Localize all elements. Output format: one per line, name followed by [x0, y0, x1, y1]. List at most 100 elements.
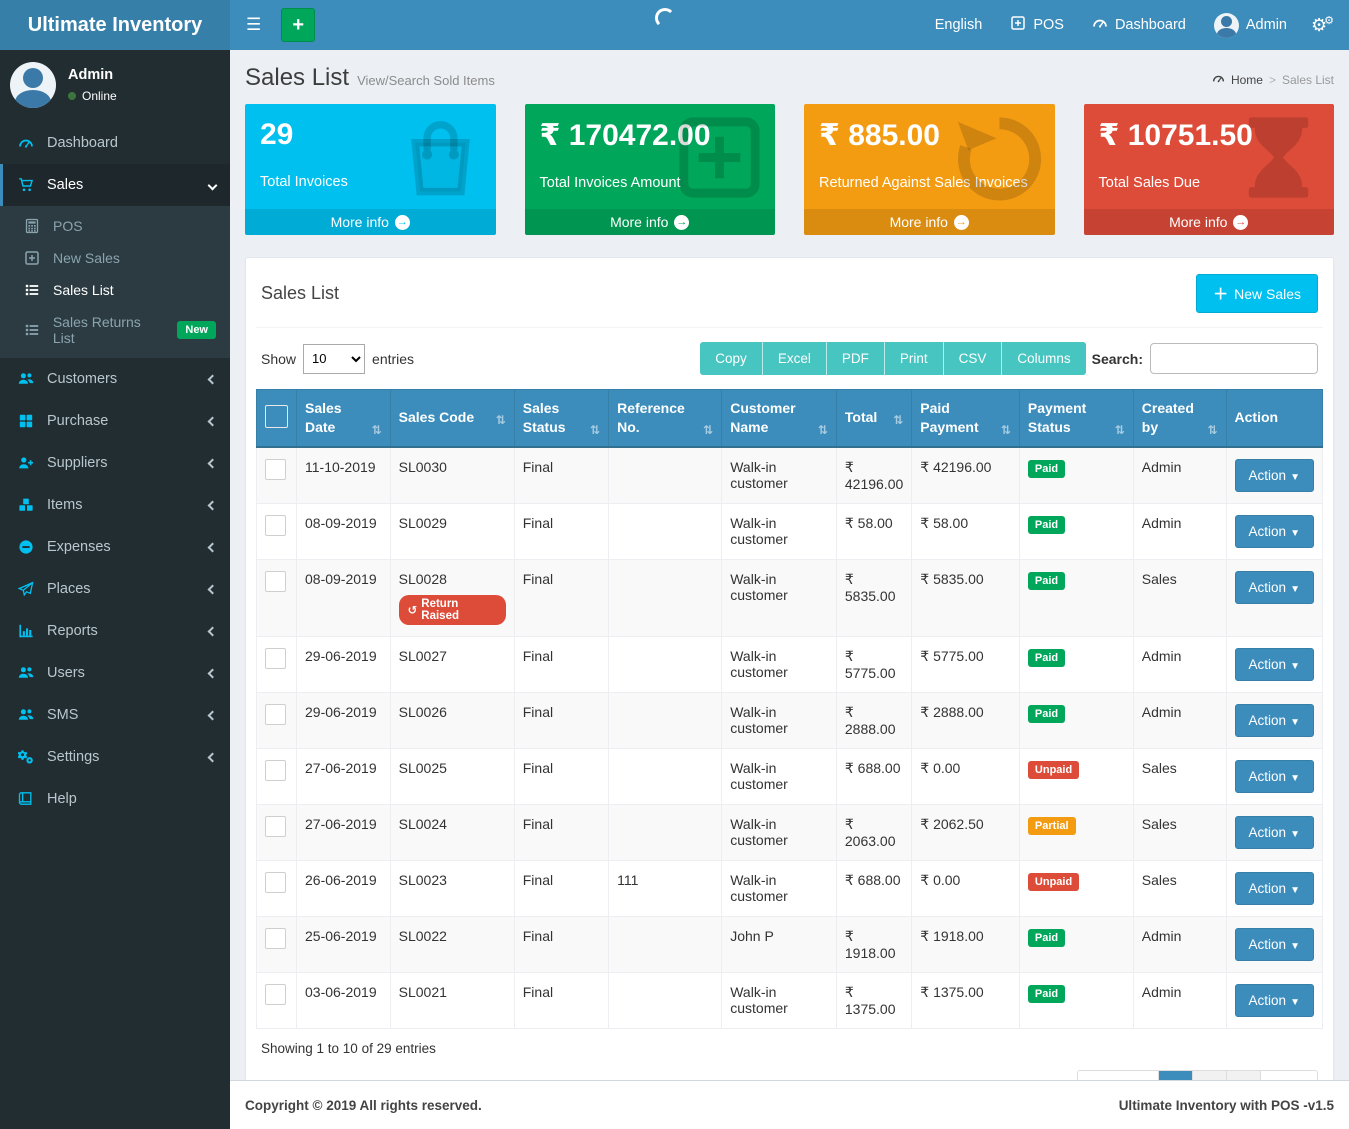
action-button[interactable]: Action▼	[1235, 760, 1314, 793]
cell-sales-date: 29-06-2019	[297, 636, 391, 692]
cell-sales-status: Final	[514, 503, 608, 559]
action-button[interactable]: Action▼	[1235, 872, 1314, 905]
action-button[interactable]: Action▼	[1235, 459, 1314, 492]
quick-add-button[interactable]: +	[281, 8, 315, 42]
chevron-left-icon	[208, 668, 218, 678]
column-header-created-by[interactable]: Created by⇅	[1133, 390, 1226, 447]
action-button[interactable]: Action▼	[1235, 928, 1314, 961]
more-info-link[interactable]: More info →	[525, 209, 776, 235]
more-info-link[interactable]: More info →	[804, 209, 1055, 235]
sort-icon: ⇅	[818, 423, 828, 437]
pagination-next-button[interactable]: Next	[1260, 1071, 1317, 1080]
breadcrumb-home-link[interactable]: Home	[1231, 73, 1263, 87]
sidebar-item-sales[interactable]: Sales	[0, 164, 230, 206]
nav-dashboard-link[interactable]: Dashboard	[1078, 0, 1200, 50]
sidebar-item-places[interactable]: Places	[0, 568, 230, 610]
top-navbar: Ultimate Inventory ☰ + English POS Dashb…	[0, 0, 1349, 50]
cell-total: ₹ 688.00	[836, 860, 911, 916]
new-sales-button[interactable]: ＋ New Sales	[1196, 274, 1318, 313]
row-checkbox[interactable]	[265, 928, 286, 949]
grid-icon	[17, 413, 35, 429]
pagination-page-2-button[interactable]: 2	[1192, 1071, 1226, 1080]
more-info-link[interactable]: More info →	[245, 209, 496, 235]
sidebar-item-suppliers[interactable]: Suppliers	[0, 442, 230, 484]
cell-customer-name: Walk-in customer	[722, 503, 837, 559]
column-header-customer-name[interactable]: Customer Name⇅	[722, 390, 837, 447]
search-input[interactable]	[1150, 343, 1318, 374]
sidebar-item-settings[interactable]: Settings	[0, 736, 230, 778]
sidebar-item-items[interactable]: Items	[0, 484, 230, 526]
sidebar-item-sms[interactable]: SMS	[0, 694, 230, 736]
export-csv-button[interactable]: CSV	[943, 342, 1002, 375]
sidebar-item-pos[interactable]: POS	[0, 210, 230, 242]
column-header-sales-date[interactable]: Sales Date⇅	[297, 390, 391, 447]
column-header-reference-no[interactable]: Reference No.⇅	[609, 390, 722, 447]
export-excel-button[interactable]: Excel	[762, 342, 826, 375]
column-header-paid-payment[interactable]: Paid Payment⇅	[912, 390, 1020, 447]
cell-payment-status: Paid	[1019, 972, 1133, 1028]
chevron-left-icon	[208, 500, 218, 510]
action-button[interactable]: Action▼	[1235, 515, 1314, 548]
cell-sales-date: 03-06-2019	[297, 972, 391, 1028]
export-pdf-button[interactable]: PDF	[826, 342, 884, 375]
column-header-total[interactable]: Total⇅	[836, 390, 911, 447]
row-checkbox[interactable]	[265, 872, 286, 893]
sort-icon: ⇅	[590, 423, 600, 437]
pagination-page-3-button[interactable]: 3	[1226, 1071, 1260, 1080]
sidebar-item-sales-returns-list[interactable]: Sales Returns ListNew	[0, 306, 230, 354]
action-button[interactable]: Action▼	[1235, 984, 1314, 1017]
action-button[interactable]: Action▼	[1235, 571, 1314, 604]
sort-icon: ⇅	[703, 423, 713, 437]
page-title: Sales List	[245, 64, 349, 92]
nav-pos-link[interactable]: POS	[996, 0, 1078, 50]
row-checkbox[interactable]	[265, 648, 286, 669]
action-button[interactable]: Action▼	[1235, 704, 1314, 737]
language-menu[interactable]: English	[921, 0, 997, 50]
sidebar-item-dashboard[interactable]: Dashboard	[0, 122, 230, 164]
column-header-sales-code[interactable]: Sales Code⇅	[390, 390, 514, 447]
sidebar-item-sales-list[interactable]: Sales List	[0, 274, 230, 306]
loading-spinner-icon	[655, 8, 675, 28]
chevron-left-icon	[208, 752, 218, 762]
page-length-select[interactable]: 10	[303, 344, 365, 374]
export-copy-button[interactable]: Copy	[700, 342, 762, 375]
row-checkbox[interactable]	[265, 816, 286, 837]
cell-sales-status: Final	[514, 636, 608, 692]
row-checkbox[interactable]	[265, 571, 286, 592]
user-menu[interactable]: Admin	[1200, 0, 1301, 50]
info-box-total-sales-due: ₹ 10751.50 Total Sales Due More info →	[1084, 104, 1335, 235]
sidebar-item-new-sales[interactable]: New Sales	[0, 242, 230, 274]
settings-gears-icon[interactable]: ⚙⚙	[1301, 14, 1349, 36]
column-header-payment-status[interactable]: Payment Status⇅	[1019, 390, 1133, 447]
sidebar-item-customers[interactable]: Customers	[0, 358, 230, 400]
sidebar-item-reports[interactable]: Reports	[0, 610, 230, 652]
row-checkbox[interactable]	[265, 459, 286, 480]
pagination-previous-button[interactable]: Previous	[1078, 1071, 1159, 1080]
table-row: 08-09-2019 SL0028↺Return Raised Final Wa…	[257, 559, 1323, 636]
sidebar-item-help[interactable]: Help	[0, 778, 230, 820]
export-columns-button[interactable]: Columns	[1001, 342, 1085, 375]
select-all-checkbox[interactable]	[265, 405, 288, 428]
row-checkbox[interactable]	[265, 515, 286, 536]
cell-created-by: Admin	[1133, 972, 1226, 1028]
row-checkbox[interactable]	[265, 704, 286, 725]
row-checkbox[interactable]	[265, 760, 286, 781]
more-info-link[interactable]: More info →	[1084, 209, 1335, 235]
column-header-sales-status[interactable]: Sales Status⇅	[514, 390, 608, 447]
sidebar-user-status[interactable]: Online	[68, 89, 117, 103]
caret-down-icon: ▼	[1290, 584, 1300, 595]
row-checkbox[interactable]	[265, 984, 286, 1005]
app-logo[interactable]: Ultimate Inventory	[0, 0, 230, 50]
sidebar-item-purchase[interactable]: Purchase	[0, 400, 230, 442]
sidebar-item-expenses[interactable]: Expenses	[0, 526, 230, 568]
cell-sales-code: SL0024	[390, 804, 514, 860]
sidebar-toggle-icon[interactable]: ☰	[230, 0, 277, 50]
action-button[interactable]: Action▼	[1235, 648, 1314, 681]
cell-paid-payment: ₹ 0.00	[912, 748, 1020, 804]
action-button[interactable]: Action▼	[1235, 816, 1314, 849]
chevron-left-icon	[208, 542, 218, 552]
pagination-page-1-button[interactable]: 1	[1158, 1071, 1192, 1080]
dashboard-icon	[1092, 15, 1108, 35]
export-print-button[interactable]: Print	[884, 342, 943, 375]
sidebar-item-users[interactable]: Users	[0, 652, 230, 694]
